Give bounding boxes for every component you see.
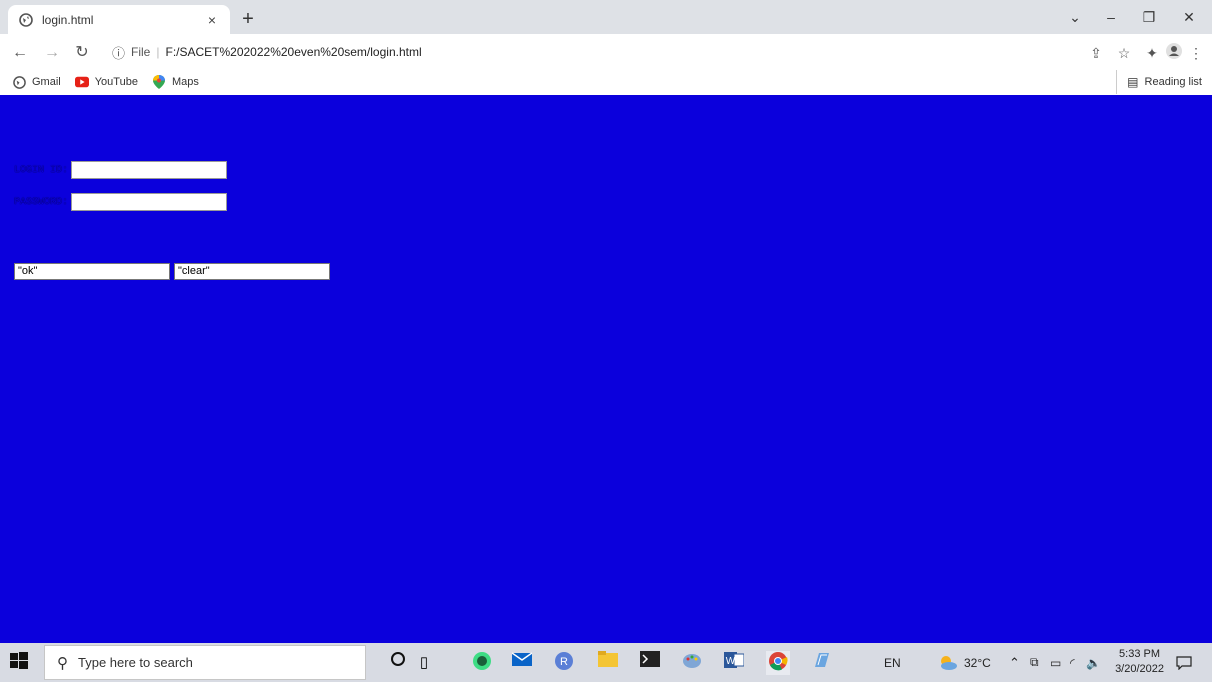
weather-cloud-icon <box>941 655 957 670</box>
globe-icon <box>12 75 26 89</box>
weather-widget[interactable]: 32°C <box>938 643 991 682</box>
forward-arrow-icon[interactable]: → <box>42 43 62 63</box>
bookmark-label: Maps <box>171 76 199 88</box>
reload-icon[interactable]: ↻ <box>72 43 92 63</box>
cortana-icon[interactable] <box>386 651 410 675</box>
network-drive-icon[interactable]: ⧉ <box>1030 643 1039 682</box>
windows-taskbar: ⚲ Type here to search ▯ R W EN 32°C ⌃ ⧉ … <box>0 643 1212 682</box>
bookmark-label: Gmail <box>32 76 61 88</box>
taskbar-clock[interactable]: 5:33 PM 3/20/2022 <box>1115 647 1164 677</box>
windows-start-icon[interactable] <box>10 652 30 672</box>
taskbar-search-box[interactable]: ⚲ Type here to search <box>44 645 366 680</box>
menu-kebab-icon[interactable]: ⋮ <box>1186 43 1206 63</box>
address-url: F:/SACET%202022%20even%20sem/login.html <box>165 45 422 59</box>
bookmark-youtube[interactable]: YouTube <box>74 75 138 89</box>
paint-icon[interactable] <box>680 651 704 675</box>
reading-list-label: Reading list <box>1144 76 1202 88</box>
android-studio-icon[interactable] <box>470 651 494 675</box>
password-label: PASSWORD: <box>14 197 69 208</box>
new-tab-button[interactable]: + <box>236 8 260 32</box>
word-icon[interactable]: W <box>722 651 746 675</box>
task-view-icon[interactable]: ▯ <box>412 651 436 675</box>
show-hidden-icons-chevron-icon[interactable]: ⌃ <box>1009 643 1020 682</box>
tab-close-icon[interactable]: × <box>204 12 220 28</box>
reading-list-icon: ▤ <box>1127 75 1139 89</box>
ok-field[interactable]: "ok" <box>14 263 170 280</box>
bookmark-maps[interactable]: Maps <box>152 75 199 89</box>
page-body: LOGIN ID: PASSWORD: "ok" "clear" <box>0 95 1212 643</box>
extensions-puzzle-icon[interactable]: ✦ <box>1142 43 1162 63</box>
globe-icon <box>18 12 34 28</box>
r-app-icon[interactable]: R <box>552 651 576 675</box>
address-scheme: File <box>131 45 151 59</box>
bookmark-star-icon[interactable]: ☆ <box>1114 43 1134 63</box>
mail-icon[interactable] <box>510 651 534 675</box>
reading-list-button[interactable]: ▤ Reading list <box>1116 70 1202 94</box>
address-bar[interactable]: ⓘ File | F:/SACET%202022%20even%20sem/lo… <box>104 38 1084 66</box>
bookmarks-bar: Gmail YouTube Maps ▤ Reading list <box>0 70 1212 94</box>
clock-time: 5:33 PM <box>1119 648 1161 660</box>
clock-date: 3/20/2022 <box>1115 663 1164 675</box>
browser-toolbar: ← → ↻ ⓘ File | F:/SACET%202022%20even%20… <box>0 34 1212 70</box>
notepad-icon[interactable] <box>810 651 834 675</box>
terminal-icon[interactable] <box>638 651 662 675</box>
bookmark-gmail[interactable]: Gmail <box>12 75 61 89</box>
address-separator: | <box>156 45 160 59</box>
login-id-input[interactable] <box>71 161 227 179</box>
tab-search-icon[interactable]: ⌄ <box>1060 6 1090 28</box>
battery-icon[interactable]: ▭ <box>1050 643 1061 682</box>
file-explorer-icon[interactable] <box>596 651 620 675</box>
clear-field[interactable]: "clear" <box>174 263 330 280</box>
bookmark-label: YouTube <box>94 76 138 88</box>
info-icon[interactable]: ⓘ <box>112 43 125 62</box>
search-placeholder: Type here to search <box>78 655 193 670</box>
notifications-icon[interactable] <box>1176 643 1192 682</box>
browser-tab[interactable]: login.html × <box>8 5 230 34</box>
youtube-icon <box>74 75 89 89</box>
wifi-icon[interactable]: ◜ <box>1070 643 1075 682</box>
language-indicator[interactable]: EN <box>884 643 901 682</box>
tab-title: login.html <box>42 12 94 27</box>
close-window-button[interactable]: ✕ <box>1174 6 1204 28</box>
maps-icon <box>152 75 166 89</box>
volume-icon[interactable]: 🔈 <box>1086 643 1101 682</box>
profile-avatar-icon[interactable] <box>1164 43 1184 63</box>
tab-strip: login.html × + ⌄ – ❐ ✕ <box>0 0 1212 34</box>
svg-text:W: W <box>726 656 736 667</box>
password-input[interactable] <box>71 193 227 211</box>
restore-button[interactable]: ❐ <box>1134 6 1164 28</box>
search-icon: ⚲ <box>57 654 68 672</box>
share-icon[interactable]: ⇪ <box>1086 43 1106 63</box>
login-id-label: LOGIN ID: <box>14 165 69 176</box>
svg-text:R: R <box>560 656 568 668</box>
minimize-button[interactable]: – <box>1096 6 1126 28</box>
temperature: 32°C <box>964 655 991 670</box>
back-arrow-icon[interactable]: ← <box>10 43 30 63</box>
chrome-icon[interactable] <box>766 651 790 675</box>
